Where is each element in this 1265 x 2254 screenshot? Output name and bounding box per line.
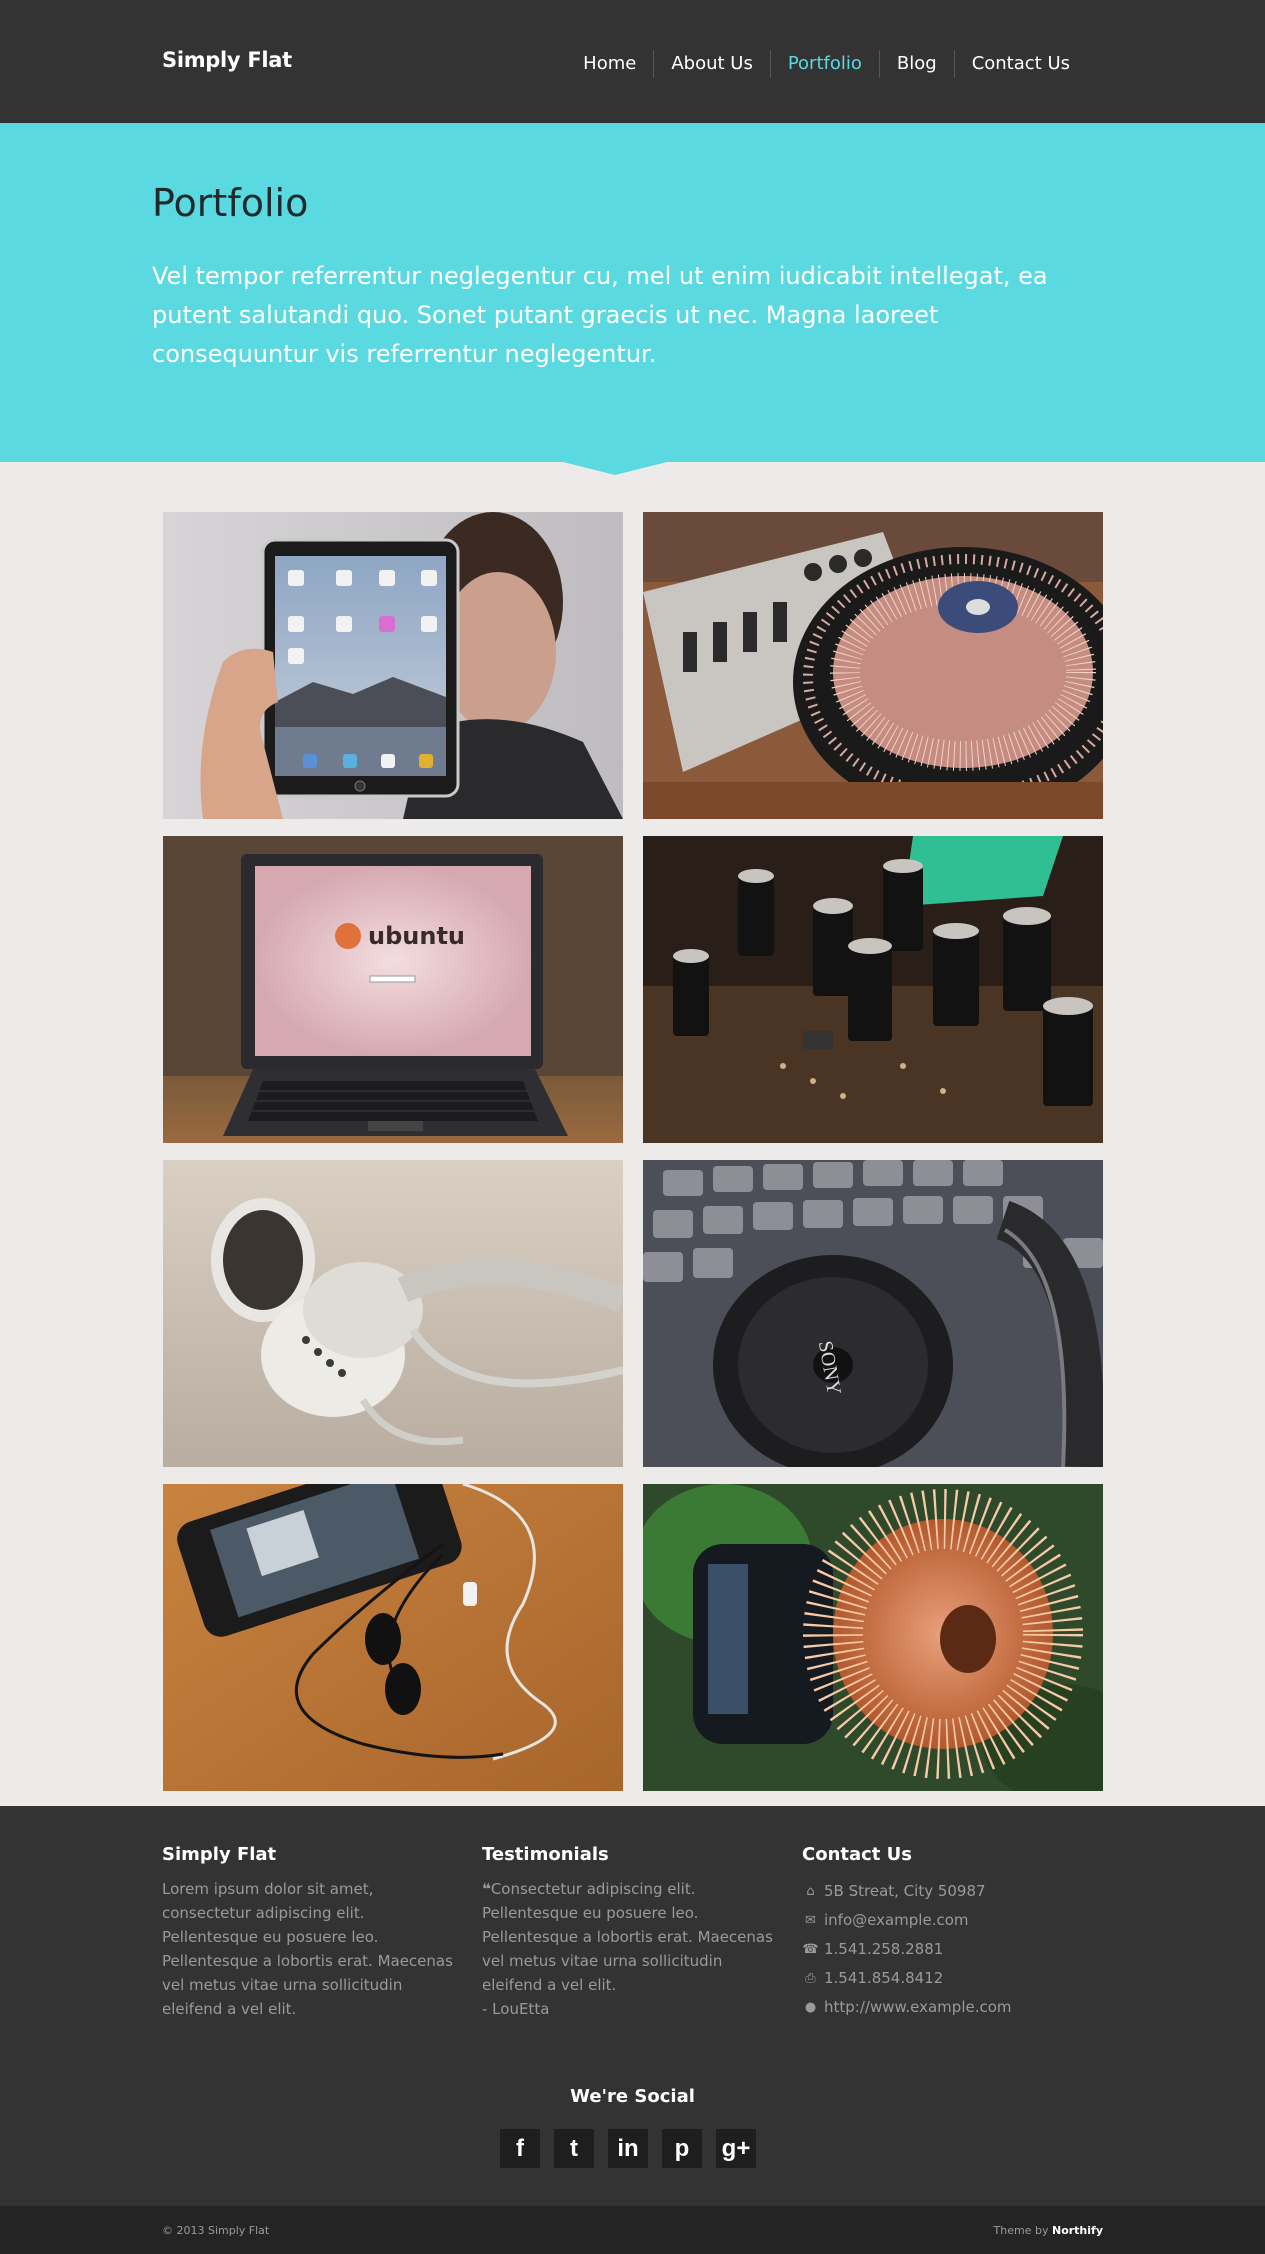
site-footer: Simply Flat Lorem ipsum dolor sit amet, …	[0, 1806, 1265, 2206]
contact-fax: ⎙ 1.541.854.8412	[802, 1964, 1102, 1993]
portfolio-item-capacitors[interactable]	[643, 836, 1103, 1143]
twitter-icon[interactable]: t	[554, 2129, 594, 2168]
print-icon: ⎙	[805, 1971, 816, 1986]
credit-prefix: Theme by	[993, 2224, 1049, 2237]
hero-notch	[563, 462, 667, 475]
copyright: © 2013 Simply Flat	[162, 2224, 270, 2237]
testimonial-text: Consectetur adipiscing elit. Pellentesqu…	[482, 1880, 773, 1994]
theme-credit: Theme by Northify	[994, 2224, 1103, 2237]
contact-phone: ☎ 1.541.258.2881	[802, 1935, 1102, 1964]
page-title: Portfolio	[152, 181, 309, 225]
contact-email-text[interactable]: info@example.com	[824, 1906, 969, 1935]
footer-about: Simply Flat Lorem ipsum dolor sit amet, …	[162, 1844, 462, 2021]
envelope-icon: ✉	[805, 1913, 816, 1928]
contact-website[interactable]: ● http://www.example.com	[802, 1993, 1102, 2022]
footer-about-title: Simply Flat	[162, 1844, 277, 1865]
home-icon: ⌂	[806, 1884, 815, 1899]
contact-fax-text: 1.541.854.8412	[824, 1969, 944, 1987]
site-header: Simply Flat Home About Us Portfolio Blog…	[0, 0, 1265, 123]
nav-blog[interactable]: Blog	[878, 50, 954, 78]
quote-icon: ❝	[482, 1880, 491, 1898]
google-plus-icon[interactable]: g+	[716, 2129, 756, 2168]
hero-intro: Vel tempor referrentur neglegentur cu, m…	[152, 262, 1048, 368]
testimonial-quote: ❝Consectetur adipiscing elit. Pellentesq…	[482, 1877, 782, 1997]
nav-contact-us[interactable]: Contact Us	[953, 50, 1087, 78]
portfolio-item-headphones[interactable]: SONY	[643, 1160, 1103, 1467]
globe-icon: ●	[804, 2000, 817, 2015]
footer-testimonials-title: Testimonials	[482, 1844, 609, 1865]
social-title: We're Social	[570, 2086, 695, 2107]
main-nav: Home About Us Portfolio Blog Contact Us	[566, 50, 1087, 78]
portfolio-item-tablet[interactable]	[163, 512, 623, 819]
phone-icon: ☎	[802, 1942, 819, 1957]
credit-link[interactable]: Northify	[1052, 2224, 1103, 2237]
svg-text:ubuntu: ubuntu	[368, 922, 465, 950]
portfolio-item-turntable[interactable]	[643, 512, 1103, 819]
hero-banner: Portfolio Vel tempor referrentur neglege…	[0, 123, 1265, 462]
social-links: f t in p g+	[500, 2129, 756, 2168]
portfolio-item-phone-earphones[interactable]	[163, 1484, 623, 1791]
pinterest-icon[interactable]: p	[662, 2129, 702, 2168]
contact-address: ⌂ 5B Streat, City 50987	[802, 1877, 1102, 1906]
brand-logo[interactable]: Simply Flat	[162, 48, 292, 72]
testimonial-author: - LouEtta	[482, 2000, 550, 2018]
contact-phone-text: 1.541.258.2881	[824, 1940, 944, 1958]
portfolio-item-laptop[interactable]: ubuntu	[163, 836, 623, 1143]
nav-about-us[interactable]: About Us	[653, 50, 770, 78]
contact-website-text[interactable]: http://www.example.com	[824, 1993, 1012, 2022]
footer-contact-title: Contact Us	[802, 1844, 913, 1865]
nav-home[interactable]: Home	[566, 50, 653, 78]
footer-about-text: Lorem ipsum dolor sit amet, consectetur …	[162, 1880, 453, 2018]
portfolio-item-earbuds[interactable]	[163, 1160, 623, 1467]
portfolio-gallery: ubuntu SONY	[163, 512, 1103, 1791]
bottom-bar: © 2013 Simply Flat Theme by Northify	[0, 2206, 1265, 2254]
footer-testimonials: Testimonials ❝Consectetur adipiscing eli…	[482, 1844, 782, 2021]
contact-address-text: 5B Streat, City 50987	[824, 1882, 986, 1900]
footer-contact: Contact Us ⌂ 5B Streat, City 50987 ✉ info@…	[802, 1844, 1102, 2022]
contact-email[interactable]: ✉ info@example.com	[802, 1906, 1102, 1935]
nav-portfolio[interactable]: Portfolio	[769, 50, 879, 78]
facebook-icon[interactable]: f	[500, 2129, 540, 2168]
linkedin-icon[interactable]: in	[608, 2129, 648, 2168]
portfolio-item-coil[interactable]	[643, 1484, 1103, 1791]
